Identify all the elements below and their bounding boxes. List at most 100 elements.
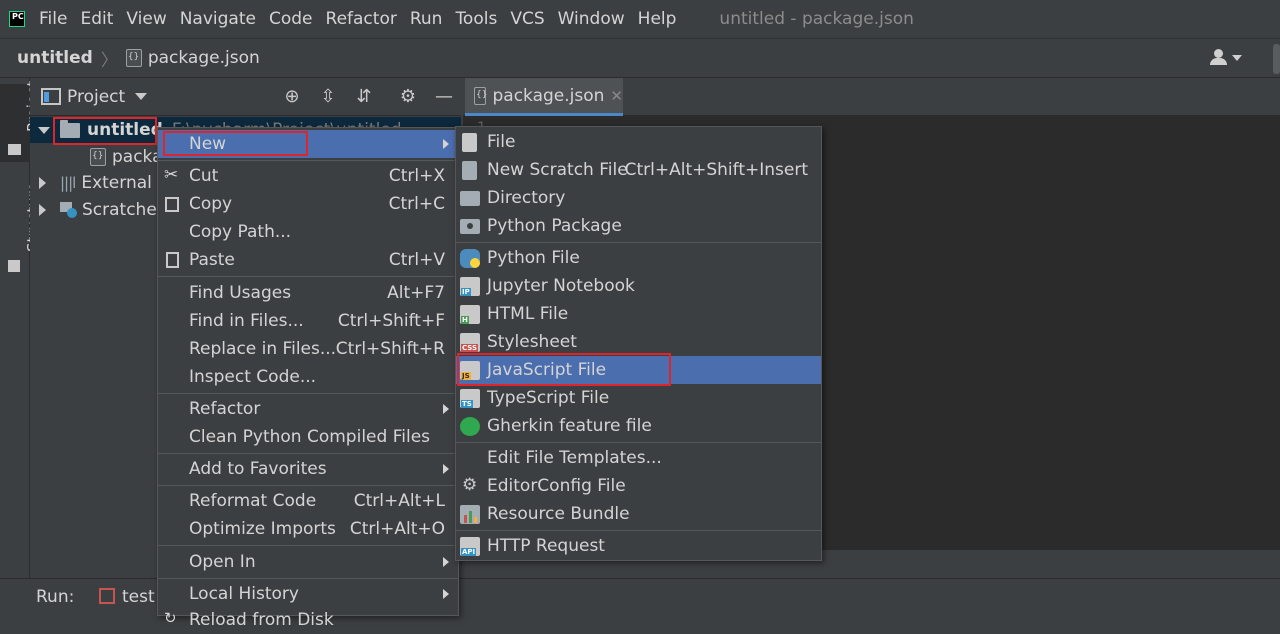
menu-item-shortcut: Ctrl+Alt+Shift+Insert	[624, 160, 808, 180]
submenu-item-http-request[interactable]: API HTTP Request	[456, 532, 821, 560]
chevron-down-icon[interactable]	[38, 126, 50, 134]
menu-item-label: Edit File Templates...	[487, 448, 662, 468]
tab-structure[interactable]: Structure	[0, 182, 42, 276]
menu-item-find-usages[interactable]: Find Usages Alt+F7	[158, 279, 458, 307]
gherkin-icon	[460, 417, 480, 436]
menu-item-label: Python Package	[487, 216, 622, 236]
submenu-item-stylesheet[interactable]: CSS Stylesheet	[456, 328, 821, 356]
minimize-icon[interactable]: —	[434, 87, 454, 107]
menu-help[interactable]: Help	[638, 9, 677, 29]
menu-window[interactable]: Window	[558, 9, 625, 29]
tab-package-json[interactable]: package.json ✕	[465, 78, 623, 116]
chevron-right-icon	[443, 557, 449, 567]
run-config-name[interactable]: test	[122, 587, 155, 607]
menu-view[interactable]: View	[126, 9, 166, 29]
submenu-item-python-package[interactable]: Python Package	[456, 212, 821, 240]
menu-item-shortcut: Ctrl+X	[388, 166, 445, 186]
menu-item-local-history[interactable]: Local History	[158, 580, 458, 608]
project-panel-header: Project ⊕ ⇳ ⇵ ⚙ —	[30, 78, 461, 116]
project-panel-title[interactable]: Project	[67, 87, 125, 107]
menu-item-replace-in-files[interactable]: Replace in Files... Ctrl+Shift+R	[158, 335, 458, 363]
menu-item-label: File	[487, 132, 516, 152]
user-account-icon[interactable]	[1210, 48, 1244, 68]
submenu-item-edit-file-templates[interactable]: Edit File Templates...	[456, 444, 821, 472]
divider	[158, 160, 458, 161]
submenu-item-html-file[interactable]: H HTML File	[456, 300, 821, 328]
submenu-item-editorconfig-file[interactable]: ⚙ EditorConfig File	[456, 472, 821, 500]
breadcrumb-file[interactable]: package.json	[148, 48, 260, 68]
scissors-icon: ✂	[164, 165, 179, 185]
menu-item-refactor[interactable]: Refactor	[158, 395, 458, 423]
submenu-item-gherkin-feature-file[interactable]: Gherkin feature file	[456, 412, 821, 440]
chevron-right-icon[interactable]	[39, 204, 46, 216]
chevron-right-icon	[443, 589, 449, 599]
css-file-icon: CSS	[460, 333, 480, 352]
divider	[158, 485, 458, 486]
submenu-item-directory[interactable]: Directory	[456, 184, 821, 212]
menu-navigate[interactable]: Navigate	[180, 9, 256, 29]
submenu-item-new-scratch-file[interactable]: New Scratch File Ctrl+Alt+Shift+Insert	[456, 156, 821, 184]
menu-run[interactable]: Run	[410, 9, 443, 29]
breadcrumb-root[interactable]: untitled	[17, 48, 93, 68]
menu-item-label: TypeScript File	[487, 388, 610, 408]
chevron-right-icon	[443, 464, 449, 474]
menu-code[interactable]: Code	[269, 9, 313, 29]
submenu-item-file[interactable]: File	[456, 128, 821, 156]
expand-all-icon[interactable]: ⇳	[318, 87, 338, 107]
menu-item-label: Open In	[189, 552, 256, 572]
menu-vcs[interactable]: VCS	[510, 9, 544, 29]
menu-item-clean-python[interactable]: Clean Python Compiled Files	[158, 423, 458, 451]
menu-edit[interactable]: Edit	[80, 9, 113, 29]
menu-item-add-to-favorites[interactable]: Add to Favorites	[158, 455, 458, 483]
chevron-down-icon[interactable]	[135, 93, 148, 100]
divider	[158, 393, 458, 394]
highlight-box	[53, 117, 157, 145]
window-title: untitled - package.json	[719, 9, 914, 29]
new-submenu: File New Scratch File Ctrl+Alt+Shift+Ins…	[455, 126, 822, 561]
menu-item-label: Cut	[189, 166, 219, 186]
menu-refactor[interactable]: Refactor	[326, 9, 397, 29]
divider	[456, 442, 821, 443]
menu-item-cut[interactable]: ✂ Cut Ctrl+X	[158, 162, 458, 190]
menu-item-paste[interactable]: Paste Ctrl+V	[158, 246, 458, 274]
chevron-right-icon[interactable]	[39, 177, 46, 189]
menu-item-reload-from-disk[interactable]: ↻ Reload from Disk	[158, 606, 458, 634]
menu-item-find-in-files[interactable]: Find in Files... Ctrl+Shift+F	[158, 307, 458, 335]
menu-item-label: Inspect Code...	[189, 367, 317, 387]
menu-item-open-in[interactable]: Open In	[158, 548, 458, 576]
submenu-item-resource-bundle[interactable]: Resource Bundle	[456, 500, 821, 528]
locate-icon[interactable]: ⊕	[282, 87, 302, 107]
gear-icon[interactable]: ⚙	[398, 87, 418, 107]
menu-item-label: HTML File	[487, 304, 569, 324]
tab-label: package.json	[492, 85, 605, 106]
python-file-icon	[460, 249, 480, 268]
menu-tools[interactable]: Tools	[455, 9, 497, 29]
menu-item-label: Reformat Code	[189, 491, 317, 511]
menu-item-label: Directory	[487, 188, 566, 208]
menu-item-label: Find Usages	[189, 283, 292, 303]
menu-item-copy[interactable]: Copy Ctrl+C	[158, 190, 458, 218]
submenu-item-jupyter-notebook[interactable]: IP Jupyter Notebook	[456, 272, 821, 300]
divider	[456, 530, 821, 531]
clipboard-icon	[166, 252, 179, 268]
submenu-item-python-file[interactable]: Python File	[456, 244, 821, 272]
chevron-right-icon	[443, 404, 449, 414]
menu-item-label: EditorConfig File	[487, 476, 626, 496]
menu-item-shortcut: Ctrl+Alt+O	[349, 519, 445, 539]
jupyter-notebook-icon: IP	[460, 277, 480, 296]
collapse-all-icon[interactable]: ⇵	[354, 87, 374, 107]
breadcrumb: untitled 〉 package.json	[0, 38, 1280, 78]
menu-item-label: Clean Python Compiled Files	[189, 427, 431, 447]
submenu-item-typescript-file[interactable]: TS TypeScript File	[456, 384, 821, 412]
menu-item-label: Stylesheet	[487, 332, 577, 352]
html-file-icon: H	[460, 305, 480, 324]
menu-item-copy-path[interactable]: Copy Path...	[158, 218, 458, 246]
menu-item-reformat-code[interactable]: Reformat Code Ctrl+Alt+L	[158, 487, 458, 515]
copy-icon	[165, 197, 179, 212]
close-icon[interactable]: ✕	[610, 87, 623, 105]
menu-file[interactable]: File	[39, 9, 67, 29]
menu-item-inspect-code[interactable]: Inspect Code...	[158, 363, 458, 391]
menu-item-optimize-imports[interactable]: Optimize Imports Ctrl+Alt+O	[158, 515, 458, 543]
scrollbar[interactable]	[1273, 44, 1280, 74]
tab-project[interactable]: Project	[0, 81, 42, 162]
